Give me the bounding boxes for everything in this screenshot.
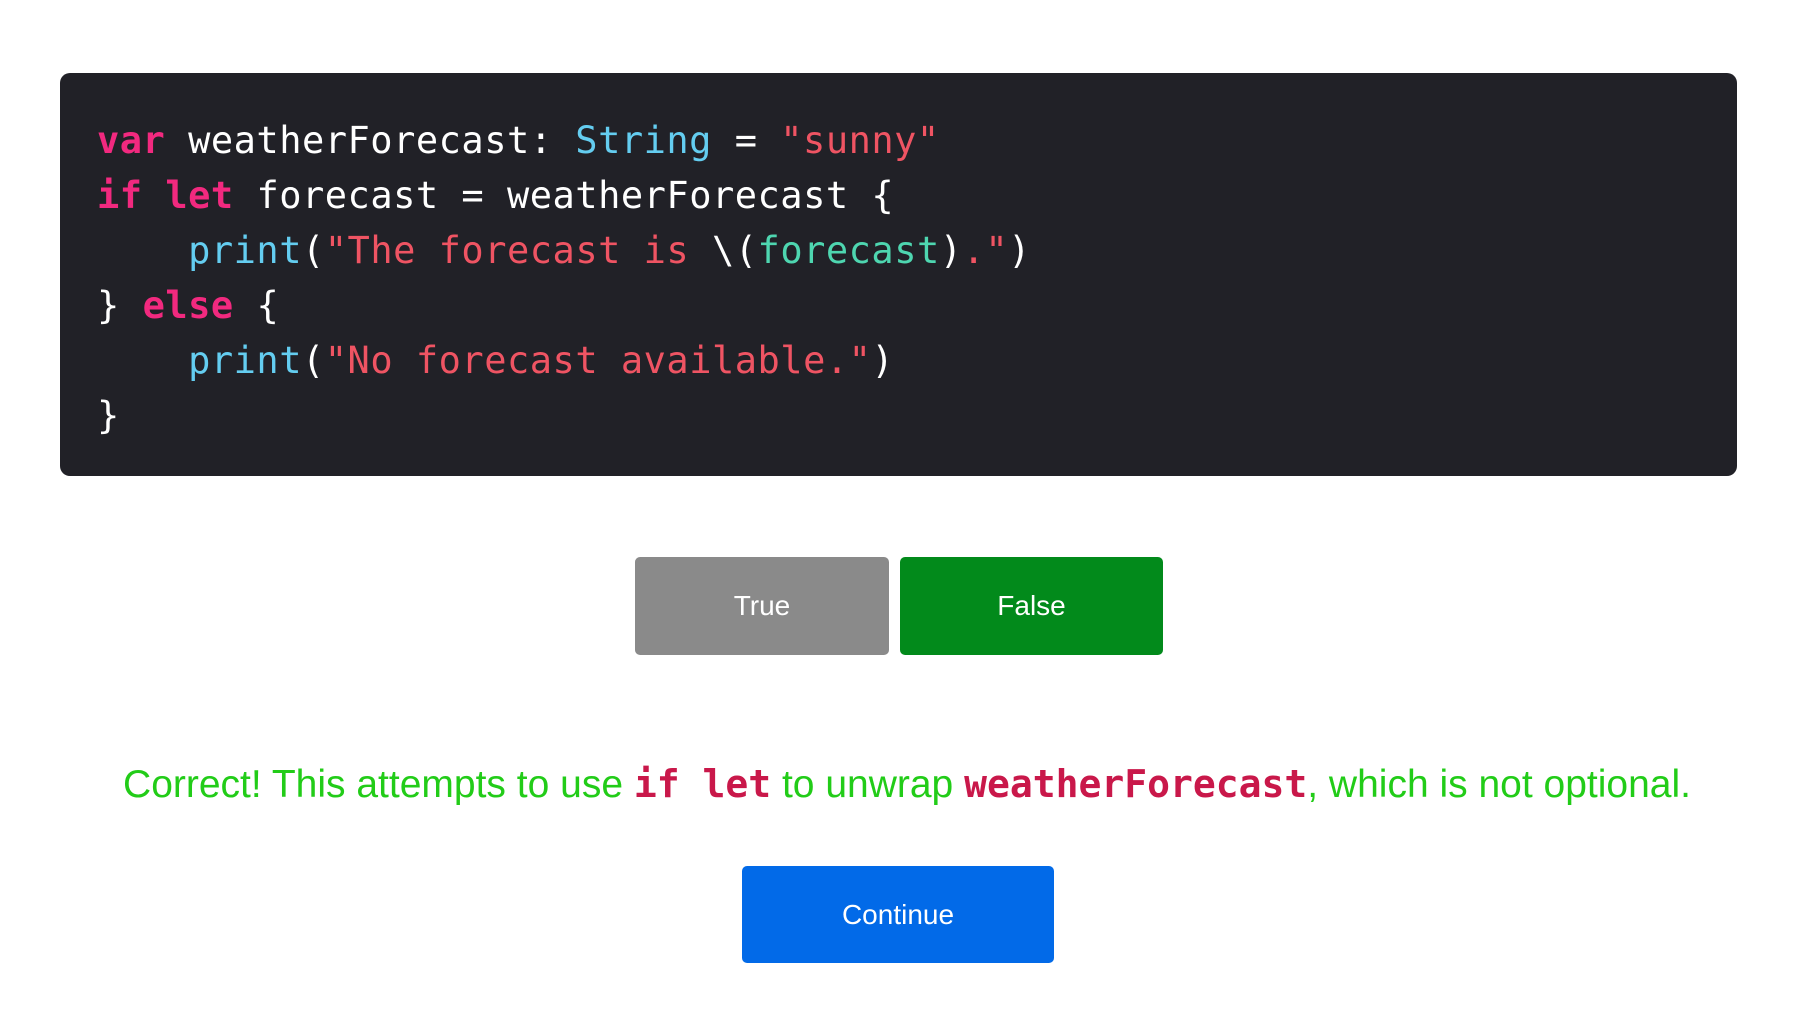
feedback-code-variable: weatherForecast [964, 762, 1308, 806]
code-string: "The forecast is [324, 229, 712, 272]
code-brace: } [97, 394, 120, 437]
code-line-5: print("No forecast available.") [97, 333, 1700, 388]
code-string: "sunny" [780, 119, 940, 162]
code-keyword: else [142, 284, 234, 327]
code-line-3: print("The forecast is \(forecast).") [97, 223, 1700, 278]
code-interp-open: \( [711, 229, 758, 272]
continue-button[interactable]: Continue [742, 866, 1054, 963]
code-line-4: } else { [97, 278, 1700, 333]
code-line-6: } [97, 388, 1700, 443]
code-function: print [188, 339, 302, 382]
code-paren: ) [1008, 229, 1031, 272]
code-line-2: if let forecast = weatherForecast { [97, 168, 1700, 223]
code-string: "No forecast available." [324, 339, 872, 382]
code-function: print [188, 229, 302, 272]
code-block: var weatherForecast: String = "sunny" if… [60, 73, 1737, 476]
code-brace: { [233, 284, 280, 327]
code-string: ." [962, 229, 1009, 272]
code-interpolation: forecast [757, 229, 940, 272]
true-button[interactable]: True [635, 557, 889, 655]
code-keyword: let [165, 174, 234, 217]
feedback-code-if-let: if let [633, 762, 772, 806]
code-identifier: weatherForecast: [165, 119, 576, 162]
code-interp-close: ) [939, 229, 963, 272]
answer-options: True False [0, 557, 1814, 655]
code-paren: ( [302, 339, 325, 382]
feedback-suffix: , which is not optional. [1307, 763, 1691, 806]
false-button[interactable]: False [900, 557, 1163, 655]
code-paren: ( [302, 229, 325, 272]
code-keyword: var [97, 119, 166, 162]
code-brace: } [97, 284, 143, 327]
code-operator: = [711, 119, 781, 162]
code-plain: forecast = weatherForecast { [233, 174, 895, 217]
feedback-message: Correct! This attempts to use if let to … [0, 758, 1814, 811]
feedback-middle: to unwrap [771, 763, 965, 806]
code-line-1: var weatherForecast: String = "sunny" [97, 113, 1700, 168]
code-paren: ) [871, 339, 895, 382]
code-type: String [575, 119, 712, 162]
code-keyword: if [97, 174, 143, 217]
feedback-prefix: Correct! This attempts to use [123, 763, 634, 806]
